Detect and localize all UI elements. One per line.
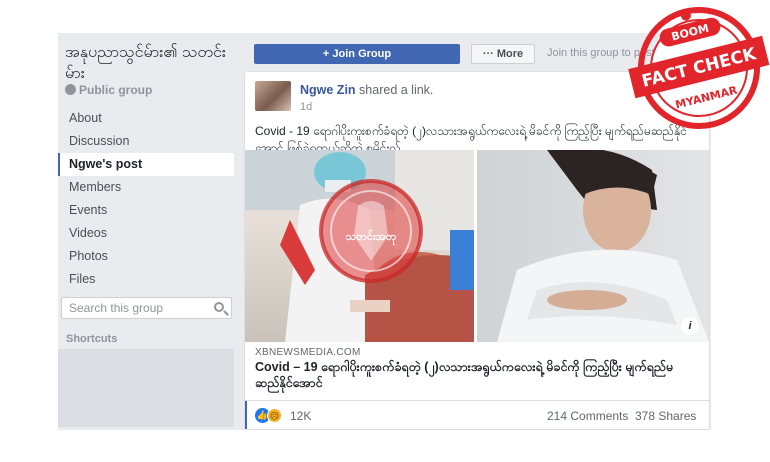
link-domain: XBNEWSMEDIA.COM bbox=[255, 347, 361, 358]
shortcuts-panel bbox=[58, 349, 234, 427]
nav-item-videos[interactable]: Videos bbox=[58, 222, 234, 245]
shortcuts-heading: Shortcuts bbox=[66, 333, 118, 345]
nav-item-about[interactable]: About bbox=[58, 107, 234, 130]
fake-news-stamp: သတင်းအတု bbox=[319, 179, 423, 283]
group-sidebar: အနုပညာသွင်မ်ား၏ သတင်းမ်ား Public group A… bbox=[58, 33, 236, 430]
group-search-input[interactable]: Search this group bbox=[61, 297, 232, 319]
more-button[interactable]: ··· More bbox=[471, 44, 535, 64]
author-name[interactable]: Ngwe Zin bbox=[300, 83, 356, 97]
group-privacy-label: Public group bbox=[65, 83, 152, 97]
search-placeholder: Search this group bbox=[69, 301, 164, 315]
sad-reaction-icon[interactable]: ☹ bbox=[267, 408, 282, 423]
info-icon[interactable]: i bbox=[681, 317, 699, 335]
portrait-photo: i bbox=[477, 150, 709, 342]
link-preview-images[interactable]: i bbox=[245, 150, 709, 342]
post-header: Ngwe Zin shared a link. bbox=[300, 83, 433, 97]
fact-check-badge: BOOM FACT CHECK MYANMAR bbox=[628, 7, 770, 129]
nav-item-events[interactable]: Events bbox=[58, 199, 234, 222]
post-timestamp[interactable]: 1d bbox=[300, 101, 312, 113]
search-icon[interactable] bbox=[214, 302, 224, 312]
group-nav: About Discussion Ngwe's post Members Eve… bbox=[58, 107, 234, 291]
group-title[interactable]: အနုပညာသွင်မ်ား၏ သတင်းမ်ား bbox=[65, 42, 235, 84]
nav-item-members[interactable]: Members bbox=[58, 176, 234, 199]
reactions-bar: 👍 ☹ 12K 214 Comments 378 Shares bbox=[245, 400, 709, 429]
join-group-button[interactable]: + Join Group bbox=[254, 44, 460, 64]
author-avatar[interactable] bbox=[255, 81, 291, 111]
post-action-text: shared a link. bbox=[359, 83, 434, 97]
nav-item-ngwes-post[interactable]: Ngwe's post bbox=[58, 153, 234, 176]
link-title[interactable]: Covid – 19 ရောဂါပိုးကူးစက်ခံရတဲ့ (၂)လသား… bbox=[255, 359, 675, 391]
nav-item-files[interactable]: Files bbox=[58, 268, 234, 291]
nav-item-photos[interactable]: Photos bbox=[58, 245, 234, 268]
globe-icon bbox=[65, 84, 76, 95]
reaction-count[interactable]: 12K bbox=[290, 409, 311, 423]
portrait-photo-art bbox=[497, 150, 709, 342]
shares-count[interactable]: 378 Shares bbox=[635, 409, 696, 423]
comments-count[interactable]: 214 Comments bbox=[547, 409, 628, 423]
nav-item-discussion[interactable]: Discussion bbox=[58, 130, 234, 153]
group-type-text: Public group bbox=[79, 83, 153, 97]
